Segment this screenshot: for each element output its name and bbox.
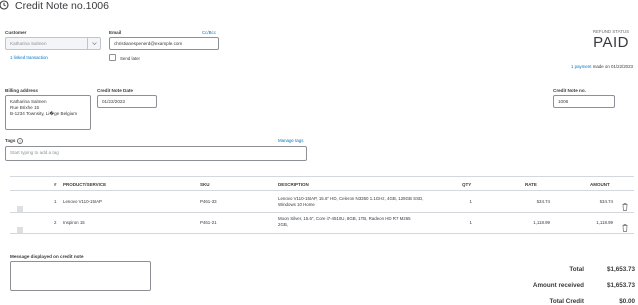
help-icon[interactable]: ? bbox=[17, 138, 23, 144]
billing-address-label: Billing address bbox=[5, 88, 38, 93]
col-rate-header: RATE bbox=[525, 182, 537, 187]
customer-label: Customer bbox=[5, 30, 27, 35]
col-qty-header: QTY bbox=[462, 182, 472, 187]
payment-link[interactable]: 1 payment bbox=[571, 64, 592, 69]
row-sku[interactable]: P461-33 bbox=[200, 199, 217, 205]
payment-date-text: made on 01/22/2023 bbox=[592, 64, 633, 69]
total-credit-value: $0.00 bbox=[619, 298, 635, 305]
row-rate[interactable]: 1,118.99 bbox=[520, 220, 550, 226]
row-qty[interactable]: 1 bbox=[468, 220, 472, 226]
row-description[interactable]: Lenovo V110-15IAP, 15.6" HD, Celeron N33… bbox=[278, 196, 428, 208]
history-clock-icon[interactable] bbox=[0, 0, 11, 12]
tags-input[interactable]: Start typing to add a tag bbox=[5, 146, 307, 161]
col-product-header: PRODUCT/SERVICE bbox=[63, 182, 107, 187]
row-num: 1 bbox=[54, 199, 57, 204]
message-label: Message displayed on credit note bbox=[10, 254, 84, 259]
trash-icon[interactable] bbox=[622, 219, 628, 232]
billing-line: B-1234 Townsity, Li�ge Belgium bbox=[10, 111, 78, 116]
drag-handle-icon[interactable] bbox=[17, 220, 23, 233]
total-label: Total bbox=[569, 266, 584, 273]
customer-select[interactable]: Katharina Salmen bbox=[5, 37, 101, 50]
row-amount[interactable]: 534.74 bbox=[580, 199, 613, 205]
row-amount[interactable]: 1,118.99 bbox=[580, 220, 613, 226]
row-product[interactable]: Inspiron 15 bbox=[63, 220, 85, 226]
total-value: $1,653.73 bbox=[606, 266, 635, 273]
row-rate[interactable]: 534.74 bbox=[520, 199, 550, 205]
col-num-header: # bbox=[54, 182, 57, 187]
linked-transaction-link[interactable]: 1 linked transaction bbox=[10, 55, 48, 60]
tags-label: Tags bbox=[5, 138, 16, 143]
amount-received-label: Amount received bbox=[532, 282, 584, 289]
chevron-down-icon bbox=[87, 38, 100, 49]
col-amount-header: AMOUNT bbox=[590, 182, 610, 187]
message-textarea[interactable] bbox=[10, 261, 151, 291]
manage-tags-link[interactable]: Manage tags bbox=[278, 138, 303, 143]
row-num: 2 bbox=[54, 220, 57, 225]
customer-value: Katharina Salmen bbox=[10, 41, 47, 46]
credit-note-no-label: Credit Note no. bbox=[553, 88, 586, 93]
row-product[interactable]: Lenovo V110-15IAP bbox=[63, 199, 102, 205]
col-description-header: DESCRIPTION bbox=[278, 182, 309, 187]
email-field[interactable]: christianespenerd@example.com bbox=[109, 37, 219, 50]
total-credit-label: Total Credit bbox=[549, 298, 584, 305]
billing-address-field[interactable]: Katharina Salmen Rue Brixhe 15 B-1234 To… bbox=[5, 95, 91, 130]
send-later-checkbox[interactable] bbox=[109, 54, 116, 61]
payment-info: 1 payment made on 01/22/2023 bbox=[571, 64, 633, 69]
row-description[interactable]: Moon Silver, 15.6", Core i7-4510U, 8GB, … bbox=[278, 216, 418, 228]
send-later-label: Send later bbox=[120, 55, 141, 61]
refund-status-value: PAID bbox=[593, 34, 629, 51]
email-label: Email bbox=[109, 30, 122, 35]
row-qty[interactable]: 1 bbox=[468, 199, 472, 205]
trash-icon[interactable] bbox=[622, 198, 628, 211]
page-title: Credit Note no.1006 bbox=[15, 0, 109, 12]
amount-received-value: $1,653.73 bbox=[606, 282, 635, 289]
credit-note-no-field[interactable]: 1006 bbox=[553, 95, 615, 108]
credit-note-date-field[interactable]: 01/22/2023 bbox=[97, 95, 157, 108]
col-sku-header: SKU bbox=[200, 182, 210, 187]
credit-note-date-label: Credit Note Date bbox=[97, 88, 133, 93]
cc-bcc-link[interactable]: Cc/Bcc bbox=[202, 30, 216, 35]
row-sku[interactable]: P461-21 bbox=[200, 220, 217, 226]
drag-handle-icon[interactable] bbox=[17, 199, 23, 212]
